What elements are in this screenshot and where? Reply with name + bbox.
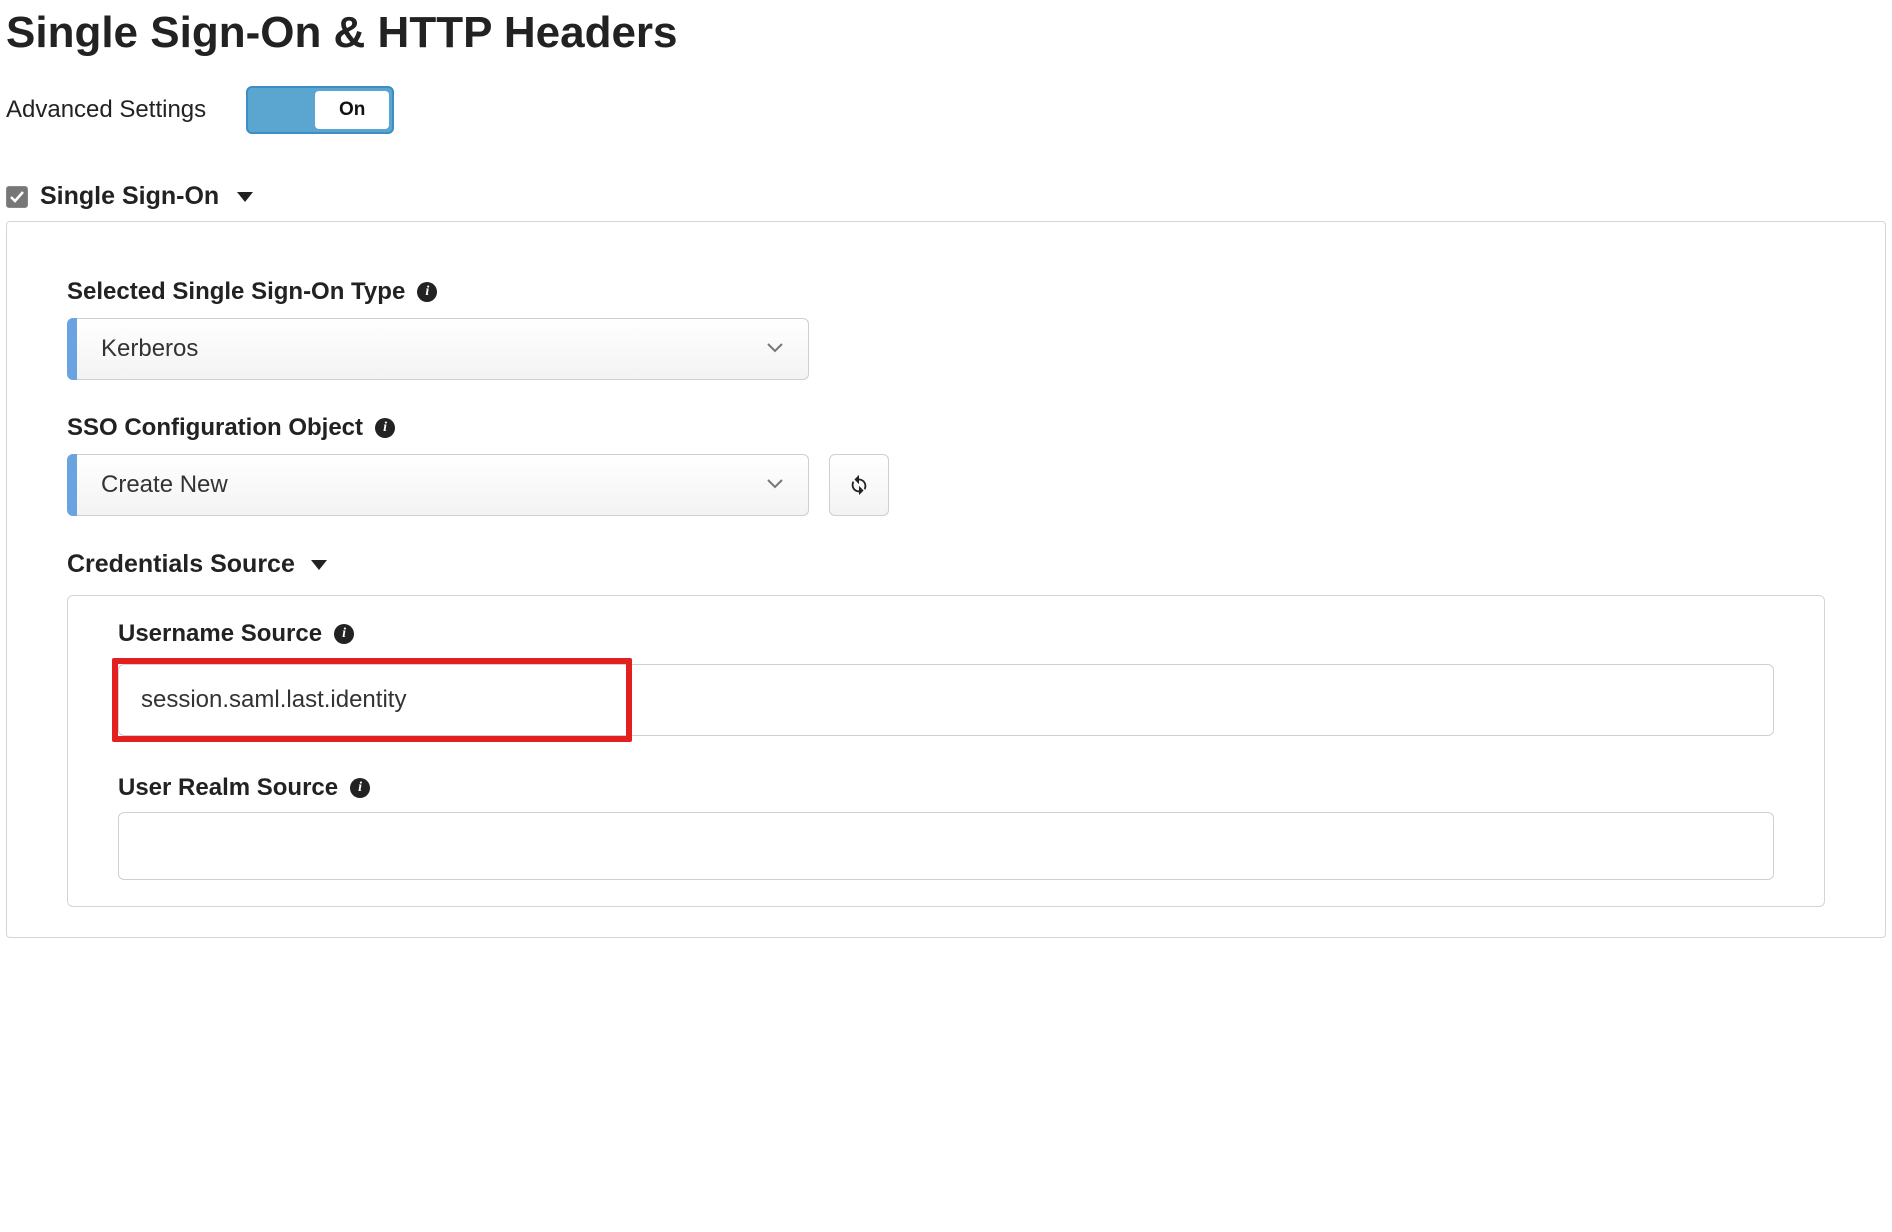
advanced-settings-label: Advanced Settings xyxy=(6,96,206,124)
single-sign-on-title: Single Sign-On xyxy=(40,182,219,211)
user-realm-source-label: User Realm Source i xyxy=(118,774,1774,802)
single-sign-on-panel: Selected Single Sign-On Type i Kerberos … xyxy=(6,221,1886,938)
info-icon[interactable]: i xyxy=(350,778,370,798)
info-icon[interactable]: i xyxy=(334,624,354,644)
user-realm-source-label-text: User Realm Source xyxy=(118,774,338,802)
sso-type-select[interactable]: Kerberos xyxy=(67,318,809,380)
sso-config-value: Create New xyxy=(101,471,228,499)
username-source-label-text: Username Source xyxy=(118,620,322,648)
toggle-handle: On xyxy=(315,91,389,129)
sso-type-label-text: Selected Single Sign-On Type xyxy=(67,278,405,306)
sso-config-label-text: SSO Configuration Object xyxy=(67,414,363,442)
refresh-icon xyxy=(848,474,870,496)
credentials-source-title: Credentials Source xyxy=(67,550,295,579)
caret-down-icon xyxy=(311,560,327,570)
chevron-down-icon xyxy=(766,476,784,494)
sso-config-group: SSO Configuration Object i Create New xyxy=(67,414,1825,516)
username-source-input[interactable] xyxy=(118,664,1774,736)
sso-config-select[interactable]: Create New xyxy=(67,454,809,516)
sso-type-label: Selected Single Sign-On Type i xyxy=(67,278,1825,306)
sso-type-group: Selected Single Sign-On Type i Kerberos xyxy=(67,278,1825,380)
info-icon[interactable]: i xyxy=(417,282,437,302)
username-source-label: Username Source i xyxy=(118,620,1774,648)
sso-type-value: Kerberos xyxy=(101,335,198,363)
check-icon xyxy=(9,189,25,205)
user-realm-source-input[interactable] xyxy=(118,812,1774,880)
advanced-settings-toggle[interactable]: On xyxy=(246,86,394,134)
sso-config-label: SSO Configuration Object i xyxy=(67,414,1825,442)
info-icon[interactable]: i xyxy=(375,418,395,438)
credentials-source-panel: Username Source i User Realm Source i xyxy=(67,595,1825,907)
refresh-button[interactable] xyxy=(829,454,889,516)
single-sign-on-header[interactable]: Single Sign-On xyxy=(6,182,1886,211)
select-accent xyxy=(67,454,77,516)
caret-down-icon xyxy=(237,192,253,202)
single-sign-on-checkbox[interactable] xyxy=(6,186,28,208)
username-source-row xyxy=(118,658,1774,742)
page-title: Single Sign-On & HTTP Headers xyxy=(6,8,1886,58)
credentials-source-header[interactable]: Credentials Source xyxy=(67,550,1825,579)
chevron-down-icon xyxy=(766,340,784,358)
select-accent xyxy=(67,318,77,380)
advanced-settings-row: Advanced Settings On xyxy=(6,86,1886,134)
